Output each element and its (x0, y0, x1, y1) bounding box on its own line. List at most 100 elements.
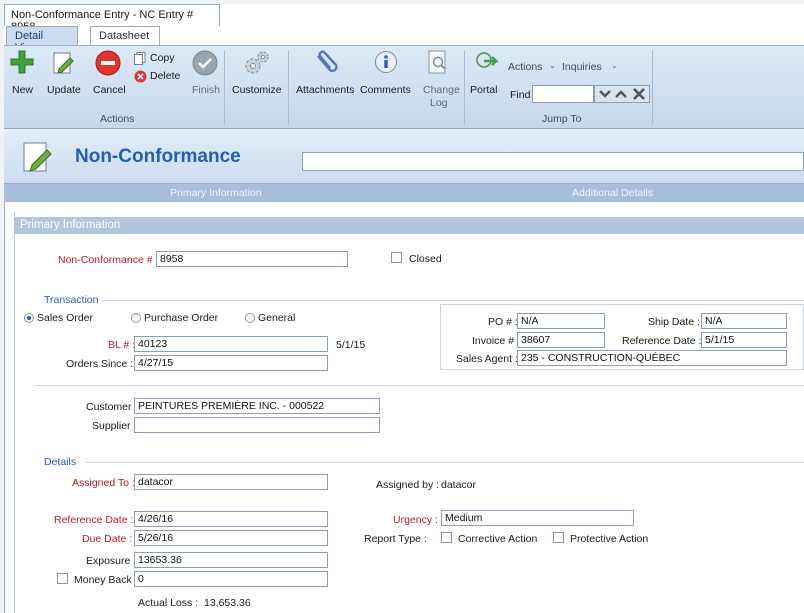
exposure-label: Exposure : (86, 555, 137, 567)
protective-action-label: Protective Action (570, 533, 649, 545)
supplier-field[interactable] (134, 417, 380, 433)
attachments-label: Attachments (296, 84, 355, 96)
info-icon (375, 51, 397, 73)
delete-label: Delete (150, 70, 181, 82)
transaction-legend: Transaction (44, 294, 99, 306)
sales-agent-label: Sales Agent : (456, 353, 518, 365)
orders-since-field[interactable]: 4/27/15 (134, 355, 328, 371)
checkmark-icon (192, 50, 218, 76)
gears-icon (245, 51, 269, 74)
customize-button[interactable]: Customize (228, 48, 284, 104)
sales-agent-field[interactable]: 235 - CONSTRUCTION-QUÉBEC (517, 350, 787, 366)
edit-document-icon (53, 52, 74, 74)
section-nav: Primary Information Additional Details (4, 184, 804, 202)
protective-action-checkbox[interactable] (553, 532, 564, 543)
ribbon-separator (652, 50, 653, 124)
attachments-button[interactable]: Attachments (292, 48, 354, 104)
document-tab[interactable]: Non-Conformance Entry - NC Entry # 8958 (4, 4, 220, 33)
comments-button[interactable]: Comments (358, 48, 411, 104)
delete-icon (134, 70, 147, 83)
due-date-label: Due Date : (82, 533, 133, 545)
change-log-button[interactable]: Change Log (418, 48, 460, 118)
chevron-down-icon: ⌄ (611, 61, 618, 70)
tab-datasheet[interactable]: Datasheet (90, 26, 160, 46)
assigned-to-label: Assigned To : (72, 477, 135, 489)
copy-icon (134, 52, 146, 65)
actions-group-label: Actions (100, 113, 135, 125)
change-log-label-line2: Log (430, 97, 448, 109)
radio-purchase-order-label: Purchase Order (144, 312, 219, 324)
portal-button[interactable]: Portal (468, 48, 504, 104)
details-reference-date-field[interactable]: 4/26/16 (134, 511, 328, 527)
closed-checkbox[interactable] (391, 252, 402, 263)
chevron-down-icon: ⌄ (549, 61, 556, 70)
update-label: Update (47, 84, 81, 96)
new-button[interactable]: New (4, 48, 38, 104)
po-number-label: PO # : (488, 316, 518, 328)
update-button[interactable]: Update (42, 48, 82, 104)
assigned-to-field[interactable]: datacor (134, 474, 328, 490)
chevron-up-icon[interactable] (615, 89, 627, 99)
details-reference-date-label: Reference Date : (54, 514, 134, 526)
finish-button[interactable]: Finish (188, 48, 226, 104)
radio-purchase-order[interactable] (131, 313, 141, 323)
actions-menu-label: Actions (508, 61, 543, 73)
supplier-label: Supplier : (92, 420, 137, 432)
jump-to-group-label: Jump To (542, 113, 582, 125)
customer-field[interactable]: PEINTURES PREMIÈRE INC. - 000522 (134, 398, 380, 414)
radio-sales-order[interactable] (24, 313, 34, 323)
inquiries-menu[interactable]: Inquiries ⌄ (562, 61, 618, 75)
radio-general[interactable] (245, 313, 255, 323)
cancel-icon (95, 50, 121, 76)
invoice-number-field[interactable]: 38607 (517, 332, 605, 348)
page-title: Non-Conformance (75, 146, 241, 167)
copy-button[interactable]: Copy (134, 52, 182, 66)
edit-document-icon (23, 142, 52, 172)
find-controls (594, 85, 650, 103)
exposure-field[interactable]: 13653.36 (134, 552, 328, 568)
change-log-label-line1: Change (423, 84, 460, 96)
actual-loss-value: 13,653.36 (204, 597, 251, 609)
orders-since-label: Orders Since : (66, 358, 134, 370)
actions-menu[interactable]: Actions ⌄ (508, 61, 556, 75)
divider (102, 300, 804, 301)
delete-button[interactable]: Delete (134, 70, 186, 84)
money-back-checkbox[interactable] (57, 573, 68, 584)
assigned-by-value: datacor (441, 479, 477, 491)
inquiries-menu-label: Inquiries (562, 61, 602, 73)
cancel-button[interactable]: Cancel (89, 48, 129, 104)
report-type-label: Report Type : (364, 533, 427, 545)
chevron-down-icon[interactable] (599, 89, 611, 99)
due-date-field[interactable]: 5/26/16 (134, 530, 328, 546)
po-number-field[interactable]: N/A (517, 313, 605, 329)
ribbon-toolbar: New Update Cancel Copy Delete Finish Cus… (4, 45, 804, 129)
corrective-action-checkbox[interactable] (441, 532, 452, 543)
reference-date-field[interactable]: 5/1/15 (701, 332, 787, 348)
nav-additional-details[interactable]: Additional Details (572, 187, 653, 199)
title-input[interactable] (302, 152, 804, 171)
ship-date-label: Ship Date : (648, 316, 700, 328)
bl-date-value: 5/1/15 (336, 339, 366, 351)
nc-number-label: Non-Conformance # : (58, 254, 159, 266)
new-label: New (12, 84, 34, 96)
tab-detail-view[interactable]: Detail View (6, 26, 78, 54)
radio-general-label: General (258, 312, 296, 324)
money-back-label: Money Back : (74, 574, 138, 586)
ribbon-separator (224, 50, 225, 124)
copy-label: Copy (150, 52, 175, 64)
section-heading-primary: Primary Information (14, 217, 804, 234)
find-input[interactable] (532, 85, 594, 103)
close-icon[interactable] (633, 88, 645, 100)
nav-primary-information[interactable]: Primary Information (170, 187, 262, 199)
portal-label: Portal (470, 84, 498, 96)
plus-icon (10, 50, 34, 74)
bl-number-field[interactable]: 40123 (134, 336, 328, 352)
ship-date-field[interactable]: N/A (701, 313, 787, 329)
comments-label: Comments (360, 84, 411, 96)
corrective-action-label: Corrective Action (458, 533, 538, 545)
urgency-field[interactable]: Medium (441, 510, 634, 526)
nc-number-field[interactable]: 8958 (156, 251, 348, 267)
radio-sales-order-label: Sales Order (37, 312, 94, 324)
find-label: Find (510, 89, 531, 101)
money-back-field[interactable]: 0 (134, 571, 328, 587)
